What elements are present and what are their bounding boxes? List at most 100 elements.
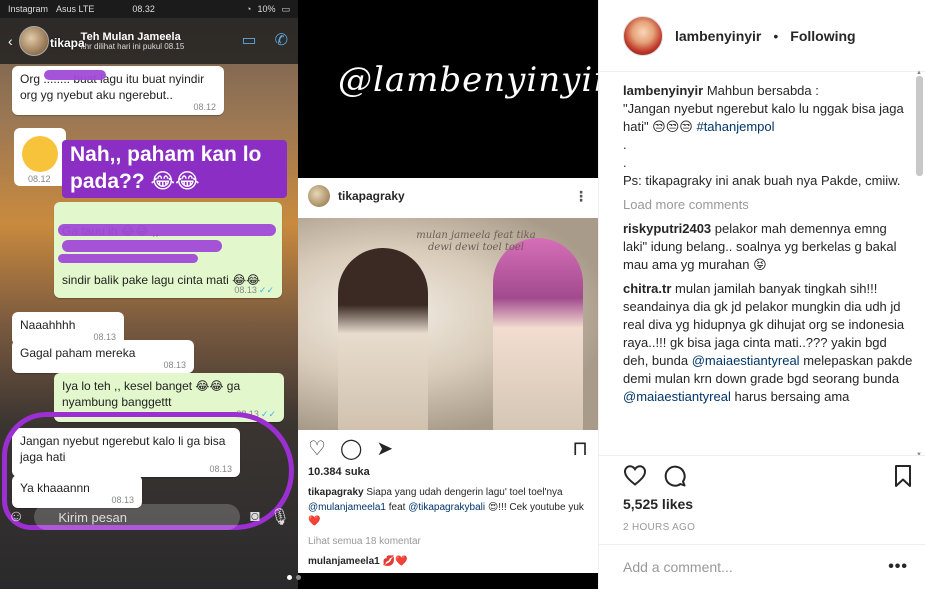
chat-message: Gagal paham mereka 08.13 — [12, 340, 194, 374]
read-ticks-icon: ✓✓ — [260, 409, 276, 420]
embedded-caption-user: tikapagraky — [308, 487, 364, 498]
post-side-panel: lambenyinyir • Following lambenyinyir Ma… — [598, 0, 925, 589]
post-header: lambenyinyir • Following — [599, 0, 925, 72]
embedded-caption-mention: @mulanjameela1 — [308, 501, 386, 513]
header-separator: • — [773, 27, 779, 44]
like-button[interactable] — [623, 464, 647, 488]
overlay-username: tikapa — [50, 36, 85, 50]
chat-avatar — [18, 26, 49, 56]
chat-last-seen: khr dilihat hari ini pukul 08.15 — [80, 41, 185, 51]
caption-line: Mahbun bersabda : — [706, 83, 819, 98]
microphone-icon: 🎙 — [269, 509, 290, 526]
message-time: 08.13 — [163, 360, 186, 371]
message-text: Gagal paham mereka — [20, 346, 136, 360]
scribble-redaction — [62, 240, 222, 252]
comment-button[interactable] — [663, 464, 687, 488]
phone-call-icon: ✆ — [274, 32, 288, 49]
post-actions: 5,525 likes 2 HOURS AGO — [599, 455, 925, 533]
whatsapp-screenshot: Instagram Asus LTE 08.32 ◔ 10% ▭ ‹ Teh M… — [0, 0, 298, 589]
author-avatar[interactable] — [623, 15, 663, 56]
caption-dot: . — [623, 155, 627, 170]
save-button[interactable] — [893, 464, 913, 488]
instagram-post-modal: Instagram Asus LTE 08.32 ◔ 10% ▭ ‹ Teh M… — [0, 0, 925, 589]
photo-overlay-caption: mulan jameela feat tika dewi dewi toel t… — [416, 230, 536, 253]
chat-input: Kirim pesan — [34, 504, 241, 530]
message-time: 08.12 — [193, 102, 216, 113]
comments-scrollbar[interactable]: ▲ ▼ — [916, 70, 923, 458]
photo-figure-left — [338, 248, 428, 430]
status-time: 08.32 — [132, 4, 155, 14]
read-ticks-icon: ✓✓ — [258, 284, 274, 295]
carousel-dots — [287, 575, 301, 580]
embedded-avatar — [308, 185, 330, 207]
load-more-comments[interactable]: Load more comments — [623, 196, 913, 214]
post-timestamp[interactable]: 2 HOURS AGO — [623, 522, 695, 533]
post-image[interactable]: Instagram Asus LTE 08.32 ◔ 10% ▭ ‹ Teh M… — [0, 0, 598, 589]
comment-icon: ◯ — [339, 438, 363, 460]
embedded-caption-mention: @tikapagrakybali — [408, 501, 486, 513]
comments-list[interactable]: lambenyinyir Mahbun bersabda : "Jangan n… — [623, 82, 913, 454]
comment-input[interactable] — [623, 559, 889, 575]
camera-icon: ◙ — [250, 508, 260, 525]
caption-dot: . — [623, 137, 627, 152]
likes-count[interactable]: 5,525 likes — [623, 496, 693, 512]
caption-username[interactable]: lambenyinyir — [623, 83, 703, 98]
scribble-redaction — [58, 224, 276, 236]
chat-contact-name: Teh Mulan Jameela — [80, 30, 181, 43]
carousel-dot — [296, 575, 301, 580]
embedded-caption-feat: feat — [388, 501, 406, 513]
embedded-caption: tikapagraky Siapa yang udah dengerin lag… — [308, 486, 593, 530]
video-call-icon: ▭ — [241, 32, 257, 49]
message-text: Naaahhhh — [20, 318, 76, 332]
author-username[interactable]: lambenyinyir — [675, 28, 761, 44]
battery-level: 10% — [257, 3, 276, 14]
comment-text: harus bersaing ama — [734, 389, 850, 404]
phone-status-bar: Instagram Asus LTE 08.32 ◔ 10% ▭ — [0, 0, 298, 18]
comment-item: chitra.tr mulan jamilah banyak tingkah s… — [623, 280, 913, 406]
message-text: Iya lo teh ,, kesel banget 😂😂 ga nyambun… — [62, 379, 241, 410]
comment-mention[interactable]: @maiaestiantyreal — [623, 389, 731, 404]
add-comment-bar: ••• — [599, 544, 925, 589]
scribble-redaction — [44, 70, 106, 80]
laughing-emoji-icon — [22, 136, 58, 172]
embedded-view-all: Lihat semua 18 komentar — [308, 536, 421, 547]
wifi-icon: ◔ — [246, 3, 252, 14]
overlay-caption-text: Nah,, paham kan lo pada?? 😂😂 — [62, 140, 287, 198]
brand-watermark-area: @lambenyinyir — [298, 0, 598, 175]
photo-figure-right — [493, 238, 583, 430]
emoji-icon: ☺ — [8, 508, 25, 525]
following-button[interactable]: Following — [790, 28, 855, 44]
comment-username[interactable]: chitra.tr — [623, 281, 671, 296]
share-icon: ➤ — [376, 438, 394, 460]
embedded-caption-text: Siapa yang udah dengerin lagu' toel toel… — [366, 487, 563, 498]
status-carrier: Asus LTE — [56, 4, 95, 14]
brand-watermark: @lambenyinyir — [338, 60, 598, 100]
chat-message-emoji: 08.12 — [14, 128, 66, 186]
status-app: Instagram — [8, 4, 49, 14]
message-time: 08.13 ✓✓ — [234, 284, 274, 295]
caption-ps: Ps: tikapagraky ini anak buah nya Pakde,… — [623, 173, 901, 188]
comment-item: riskyputri2403 pelakor mah demennya emng… — [623, 220, 913, 274]
comment-username[interactable]: riskyputri2403 — [623, 221, 711, 236]
battery-icon: ▭ — [281, 3, 290, 14]
heart-icon — [623, 465, 647, 486]
chat-input-bar: ☺ Kirim pesan ◙ 🎙 — [0, 500, 298, 534]
message-time: 08.12 — [28, 174, 51, 184]
embedded-likes: 10.384 suka — [308, 466, 370, 478]
embedded-photo: mulan jameela feat tika dewi dewi toel t… — [298, 218, 598, 430]
comment-mention[interactable]: @maiaestiantyreal — [692, 353, 800, 368]
embedded-instagram-post: tikapagraky ⋮ mulan jameela feat tika de… — [298, 178, 598, 573]
embedded-comment-user: mulanjameela1 — [308, 556, 380, 567]
heart-icon: ♡ — [308, 438, 326, 460]
scrollbar-thumb[interactable] — [916, 76, 923, 176]
embedded-comment-text: 💋❤️ — [382, 556, 408, 567]
more-options-button[interactable]: ••• — [888, 558, 908, 576]
carousel-dot-active — [287, 575, 292, 580]
back-arrow-icon: ‹ — [8, 33, 13, 49]
more-options-icon: ⋮ — [574, 187, 588, 204]
bookmark-icon: ⊓ — [572, 438, 588, 460]
caption-hashtag[interactable]: #tahanjempol — [696, 119, 774, 134]
comment-icon — [664, 465, 686, 487]
post-caption: lambenyinyir Mahbun bersabda : "Jangan n… — [623, 82, 913, 190]
bookmark-icon — [895, 465, 911, 487]
